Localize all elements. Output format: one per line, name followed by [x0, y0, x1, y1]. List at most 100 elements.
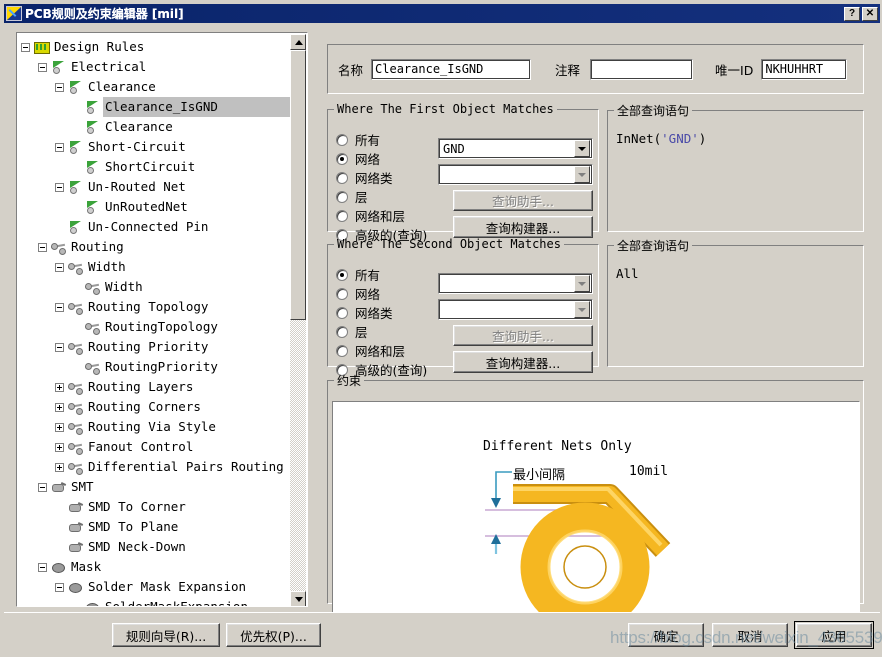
tree-item[interactable]: SMD To Corner: [21, 497, 292, 517]
first-netclass-combo[interactable]: [438, 164, 593, 185]
first-query-builder-button[interactable]: 查询构建器...: [453, 216, 593, 238]
tree-item[interactable]: Routing Layers: [21, 377, 292, 397]
apply-button[interactable]: 应用: [794, 621, 874, 649]
radio-icon[interactable]: [336, 325, 348, 338]
radio-icon[interactable]: [336, 287, 348, 300]
first-object-radio-1[interactable]: 网络: [336, 149, 427, 168]
elec-icon: [67, 80, 84, 94]
first-net-combo[interactable]: GND: [438, 138, 593, 159]
tree-item[interactable]: Electrical: [21, 57, 292, 77]
tree-item[interactable]: Routing Priority: [21, 337, 292, 357]
first-object-radio-4[interactable]: 网络和层: [336, 206, 427, 225]
first-object-radio-2[interactable]: 网络类: [336, 168, 427, 187]
second-object-radio-0[interactable]: 所有: [336, 265, 427, 284]
second-object-radio-4[interactable]: 网络和层: [336, 341, 427, 360]
tree-item[interactable]: Design Rules: [21, 37, 292, 57]
collapse-icon[interactable]: [55, 582, 64, 592]
elec-icon: [84, 100, 101, 114]
tree-item[interactable]: Short-Circuit: [21, 137, 292, 157]
expand-icon[interactable]: [55, 382, 64, 392]
tree-item[interactable]: Clearance: [21, 77, 292, 97]
first-query-helper-button[interactable]: 查询助手...: [453, 190, 593, 211]
collapse-icon[interactable]: [55, 342, 64, 352]
close-icon[interactable]: ✕: [862, 6, 878, 21]
first-object-radio-3[interactable]: 层: [336, 187, 427, 206]
collapse-icon[interactable]: [55, 182, 64, 192]
radio-icon[interactable]: [336, 152, 348, 165]
scrollbar-thumb[interactable]: [290, 50, 306, 320]
collapse-icon[interactable]: [21, 42, 30, 52]
tree-item[interactable]: RoutingPriority: [21, 357, 292, 377]
chevron-down-icon[interactable]: [574, 140, 590, 157]
tree-item[interactable]: Routing Via Style: [21, 417, 292, 437]
tree-item[interactable]: Solder Mask Expansion: [21, 577, 292, 597]
second-object-radio-1[interactable]: 网络: [336, 284, 427, 303]
tree-item[interactable]: Routing Corners: [21, 397, 292, 417]
tree-item[interactable]: Mask: [21, 557, 292, 577]
tree-item[interactable]: Width: [21, 257, 292, 277]
tree-item[interactable]: Clearance_IsGND: [21, 97, 292, 117]
collapse-icon[interactable]: [55, 82, 64, 92]
tree-item[interactable]: Fanout Control: [21, 437, 292, 457]
collapse-icon[interactable]: [55, 302, 64, 312]
collapse-icon[interactable]: [38, 242, 47, 252]
tree-scrollbar[interactable]: [290, 34, 306, 606]
tree-item[interactable]: Routing Topology: [21, 297, 292, 317]
collapse-icon[interactable]: [38, 62, 47, 72]
second-query-builder-button[interactable]: 查询构建器...: [453, 351, 593, 373]
second-object-radio-3[interactable]: 层: [336, 322, 427, 341]
scroll-up-icon[interactable]: [290, 34, 306, 50]
chevron-down-icon[interactable]: [574, 166, 590, 183]
tree-item[interactable]: Un-Connected Pin: [21, 217, 292, 237]
radio-icon[interactable]: [336, 209, 348, 222]
second-object-radio-list[interactable]: 所有 网络 网络类层网络和层 高级的(查询): [336, 265, 427, 379]
radio-icon[interactable]: [336, 268, 348, 281]
tree-item[interactable]: SMT: [21, 477, 292, 497]
tree-item[interactable]: Routing: [21, 237, 292, 257]
priority-button[interactable]: 优先权(P)...: [226, 623, 321, 647]
collapse-icon[interactable]: [55, 142, 64, 152]
radio-icon[interactable]: [336, 133, 348, 146]
first-query-legend: 全部查询语句: [617, 104, 690, 118]
first-object-radio-list[interactable]: 所有 网络 网络类层网络和层 高级的(查询): [336, 130, 427, 244]
expand-icon[interactable]: [55, 402, 64, 412]
first-object-radio-0[interactable]: 所有: [336, 130, 427, 149]
tree-item[interactable]: RoutingTopology: [21, 317, 292, 337]
expand-icon[interactable]: [55, 442, 64, 452]
scroll-down-icon[interactable]: [290, 591, 306, 606]
tree-item[interactable]: Clearance: [21, 117, 292, 137]
radio-icon[interactable]: [336, 190, 348, 203]
radio-icon[interactable]: [336, 344, 348, 357]
tree-item[interactable]: ShortCircuit: [21, 157, 292, 177]
scrollbar-track[interactable]: [290, 50, 306, 591]
ok-button[interactable]: 确定: [628, 623, 704, 647]
name-input[interactable]: [371, 58, 532, 80]
help-button[interactable]: ?: [844, 6, 860, 21]
tree-item[interactable]: SMD Neck-Down: [21, 537, 292, 557]
unique-id-label: 唯一ID: [715, 62, 754, 78]
tree-item[interactable]: Un-Routed Net: [21, 177, 292, 197]
expand-icon[interactable]: [55, 422, 64, 432]
collapse-icon[interactable]: [38, 562, 47, 572]
collapse-icon[interactable]: [55, 262, 64, 272]
tree-item[interactable]: Differential Pairs Routing: [21, 457, 292, 477]
second-object-radio-2[interactable]: 网络类: [336, 303, 427, 322]
cancel-button[interactable]: 取消: [712, 623, 788, 647]
radio-icon[interactable]: [336, 306, 348, 319]
collapse-icon[interactable]: [38, 482, 47, 492]
tree-item[interactable]: SolderMaskExpansion: [21, 597, 292, 606]
chevron-down-icon[interactable]: [574, 301, 590, 318]
second-query-helper-button[interactable]: 查询助手...: [453, 325, 593, 346]
second-netclass-combo[interactable]: [438, 299, 593, 320]
comment-input[interactable]: [590, 58, 694, 80]
tree-item[interactable]: UnRoutedNet: [21, 197, 292, 217]
second-net-combo[interactable]: [438, 273, 593, 294]
tree-item[interactable]: Width: [21, 277, 292, 297]
rules-tree[interactable]: Design Rules Electrical Clearance Clearance…: [17, 33, 292, 606]
expand-icon[interactable]: [55, 462, 64, 472]
radio-icon[interactable]: [336, 171, 348, 184]
rule-wizard-button[interactable]: 规则向导(R)...: [112, 623, 220, 647]
tree-item[interactable]: SMD To Plane: [21, 517, 292, 537]
unique-id-input[interactable]: [761, 58, 848, 80]
chevron-down-icon[interactable]: [574, 275, 590, 292]
